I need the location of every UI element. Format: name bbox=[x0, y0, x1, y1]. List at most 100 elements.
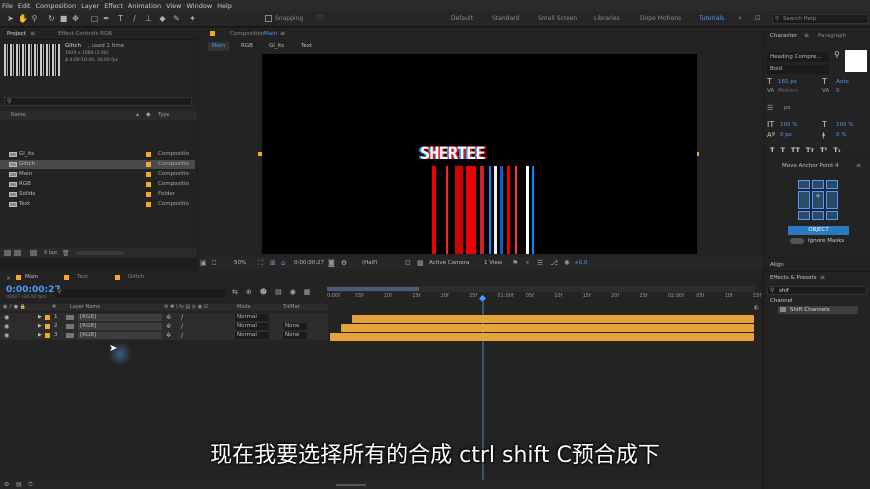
tsume-value[interactable]: 0 % bbox=[836, 132, 846, 138]
timeline-tab-glitch[interactable]: Glitch bbox=[128, 274, 144, 280]
stroke-width-value[interactable]: px bbox=[784, 105, 791, 111]
leading-value[interactable]: Auto bbox=[836, 79, 849, 85]
blend-mode-select[interactable]: Normal bbox=[235, 332, 269, 339]
tab-character[interactable]: Character bbox=[770, 33, 797, 39]
tab-composition-name[interactable]: Main bbox=[264, 31, 277, 37]
expand-arrow-icon[interactable]: ▶ bbox=[38, 331, 42, 340]
anchor-top-right[interactable] bbox=[826, 180, 838, 190]
timeline-tab-main[interactable]: Main bbox=[25, 274, 38, 280]
new-folder-icon[interactable] bbox=[14, 250, 21, 256]
eye-icon[interactable]: ◉ bbox=[4, 331, 9, 340]
track-matte-select[interactable]: None bbox=[283, 323, 307, 330]
font-style-select[interactable]: Bold bbox=[767, 65, 829, 74]
all-caps-button[interactable]: TT bbox=[791, 146, 800, 154]
panel-menu-icon[interactable]: ≡ bbox=[30, 30, 35, 37]
expand-arrow-icon[interactable]: ▶ bbox=[38, 313, 42, 322]
col-trkmat[interactable]: TrkMat bbox=[283, 304, 300, 310]
anchor-bottom-right[interactable] bbox=[826, 210, 838, 220]
region-of-interest-icon[interactable]: ⊡ bbox=[405, 259, 411, 267]
collapse-switch-icon[interactable]: ✲ bbox=[166, 331, 171, 340]
resolution-select[interactable]: (Half) bbox=[362, 260, 377, 266]
col-mode[interactable]: Mode bbox=[237, 304, 251, 310]
align-panel-title[interactable]: Align bbox=[770, 262, 784, 268]
breadcrumb-main[interactable]: Main bbox=[208, 42, 230, 51]
kerning-value[interactable]: Metrics bbox=[778, 88, 798, 94]
puppet-tool-icon[interactable]: ✦ bbox=[188, 14, 197, 23]
new-comp-icon[interactable] bbox=[30, 250, 37, 256]
rotate-tool-icon[interactable]: ↻ bbox=[47, 14, 56, 23]
anchor-center[interactable]: + bbox=[812, 191, 824, 209]
faux-bold-button[interactable]: T bbox=[770, 146, 774, 154]
fast-preview-icon[interactable]: ⚡ bbox=[525, 259, 530, 267]
timeline-tab-text[interactable]: Text bbox=[77, 274, 88, 280]
comp-button-icon[interactable]: ◐ bbox=[754, 304, 759, 311]
show-channel-icon[interactable]: ✿ bbox=[341, 259, 347, 267]
vertical-scale-value[interactable]: 100 % bbox=[780, 122, 797, 128]
shape-tool-icon[interactable]: ▢ bbox=[90, 14, 99, 23]
exposure-value[interactable]: +0.0 bbox=[574, 260, 587, 266]
roto-brush-tool-icon[interactable]: ✎ bbox=[172, 14, 181, 23]
track-matte-select[interactable]: None bbox=[283, 332, 307, 339]
expand-arrow-icon[interactable]: ▶ bbox=[38, 322, 42, 331]
col-name[interactable]: Name bbox=[11, 112, 26, 118]
breadcrumb-rgb[interactable]: RGB bbox=[241, 43, 253, 49]
anchor-left[interactable] bbox=[798, 191, 810, 209]
effects-category-channel[interactable]: Channel bbox=[770, 298, 793, 304]
panel-menu-icon[interactable]: ≡ bbox=[804, 32, 809, 39]
eye-icon[interactable]: ◉ bbox=[4, 313, 9, 322]
menu-help[interactable]: Help bbox=[217, 2, 232, 10]
baseline-shift-value[interactable]: 0 px bbox=[780, 132, 792, 138]
workspace-tutorials[interactable]: Tutorials bbox=[699, 15, 724, 22]
tab-paragraph[interactable]: Paragraph bbox=[818, 33, 846, 39]
collapse-switch-icon[interactable]: ✲ bbox=[166, 313, 171, 322]
effects-result-row[interactable]: Shift Channels bbox=[778, 306, 858, 314]
snapshot-icon[interactable]: ◙ bbox=[328, 259, 335, 267]
menu-animation[interactable]: Animation bbox=[128, 2, 161, 10]
layer-name[interactable]: [RGB] bbox=[78, 332, 162, 339]
project-item[interactable]: RGB Compositio bbox=[0, 180, 195, 189]
effects-panel-title[interactable]: Effects & Presets bbox=[770, 275, 817, 281]
quality-switch-icon[interactable]: / bbox=[181, 331, 183, 340]
pan-behind-tool-icon[interactable]: ✥ bbox=[71, 14, 80, 23]
layer-track-bar[interactable] bbox=[352, 315, 754, 323]
workspace-dope-motions[interactable]: Dope Motions bbox=[640, 15, 681, 22]
menu-layer[interactable]: Layer bbox=[81, 2, 99, 10]
quality-switch-icon[interactable]: / bbox=[181, 322, 183, 331]
anchor-bottom-left[interactable] bbox=[798, 210, 810, 220]
menu-edit[interactable]: Edit bbox=[18, 2, 31, 10]
workspace-default[interactable]: Default bbox=[451, 15, 473, 22]
project-item[interactable]: Gl_its Compositio bbox=[0, 150, 195, 159]
graph-editor-icon[interactable]: ▦ bbox=[304, 288, 311, 296]
quality-switch-icon[interactable]: / bbox=[181, 313, 183, 322]
layer-row[interactable]: ◉ ▶ 3 [RGB] ✲ / Normal None bbox=[0, 331, 328, 340]
work-area-bar[interactable] bbox=[327, 286, 755, 292]
comp-flowchart-icon[interactable]: ⇆ bbox=[232, 288, 238, 296]
hand-tool-icon[interactable]: ✋ bbox=[18, 14, 28, 23]
eraser-tool-icon[interactable]: ◆ bbox=[158, 14, 167, 23]
project-item[interactable]: Solids Folder bbox=[0, 190, 195, 199]
camera-tool-icon[interactable]: ■ bbox=[59, 14, 68, 23]
draft-3d-icon[interactable]: ⊕ bbox=[246, 288, 252, 296]
collapse-switch-icon[interactable]: ✲ bbox=[166, 322, 171, 331]
label-icon[interactable]: ◆ bbox=[146, 111, 151, 118]
search-help-input[interactable]: ⚲ Search Help bbox=[772, 14, 868, 24]
object-button[interactable]: OBJECT bbox=[788, 226, 849, 235]
shy-icon[interactable]: ☻ bbox=[260, 288, 267, 296]
superscript-button[interactable]: T¹ bbox=[820, 146, 827, 154]
timeline-zoom-slider[interactable] bbox=[336, 484, 366, 486]
font-family-select[interactable]: Heading Compre... bbox=[767, 52, 829, 62]
project-item[interactable]: Text Compositio bbox=[0, 200, 195, 209]
small-caps-button[interactable]: Tт bbox=[806, 146, 814, 154]
interpret-footage-icon[interactable] bbox=[4, 250, 11, 256]
eye-icon[interactable]: ◉ bbox=[4, 322, 9, 331]
project-item[interactable]: Glitch Compositio bbox=[0, 160, 195, 169]
selection-tool-icon[interactable]: ➤ bbox=[6, 14, 15, 23]
close-tab-icon[interactable]: × bbox=[6, 275, 11, 282]
horizontal-scale-value[interactable]: 100 % bbox=[836, 122, 853, 128]
type-tool-icon[interactable]: T bbox=[116, 14, 125, 23]
menu-window[interactable]: Window bbox=[187, 2, 213, 10]
view-layout-select[interactable]: 1 View bbox=[484, 260, 502, 266]
layer-label-swatch[interactable] bbox=[45, 315, 50, 320]
toggle-timing-icon[interactable]: ⏱ bbox=[28, 481, 33, 489]
project-search-input[interactable]: ⚲ bbox=[4, 97, 192, 106]
